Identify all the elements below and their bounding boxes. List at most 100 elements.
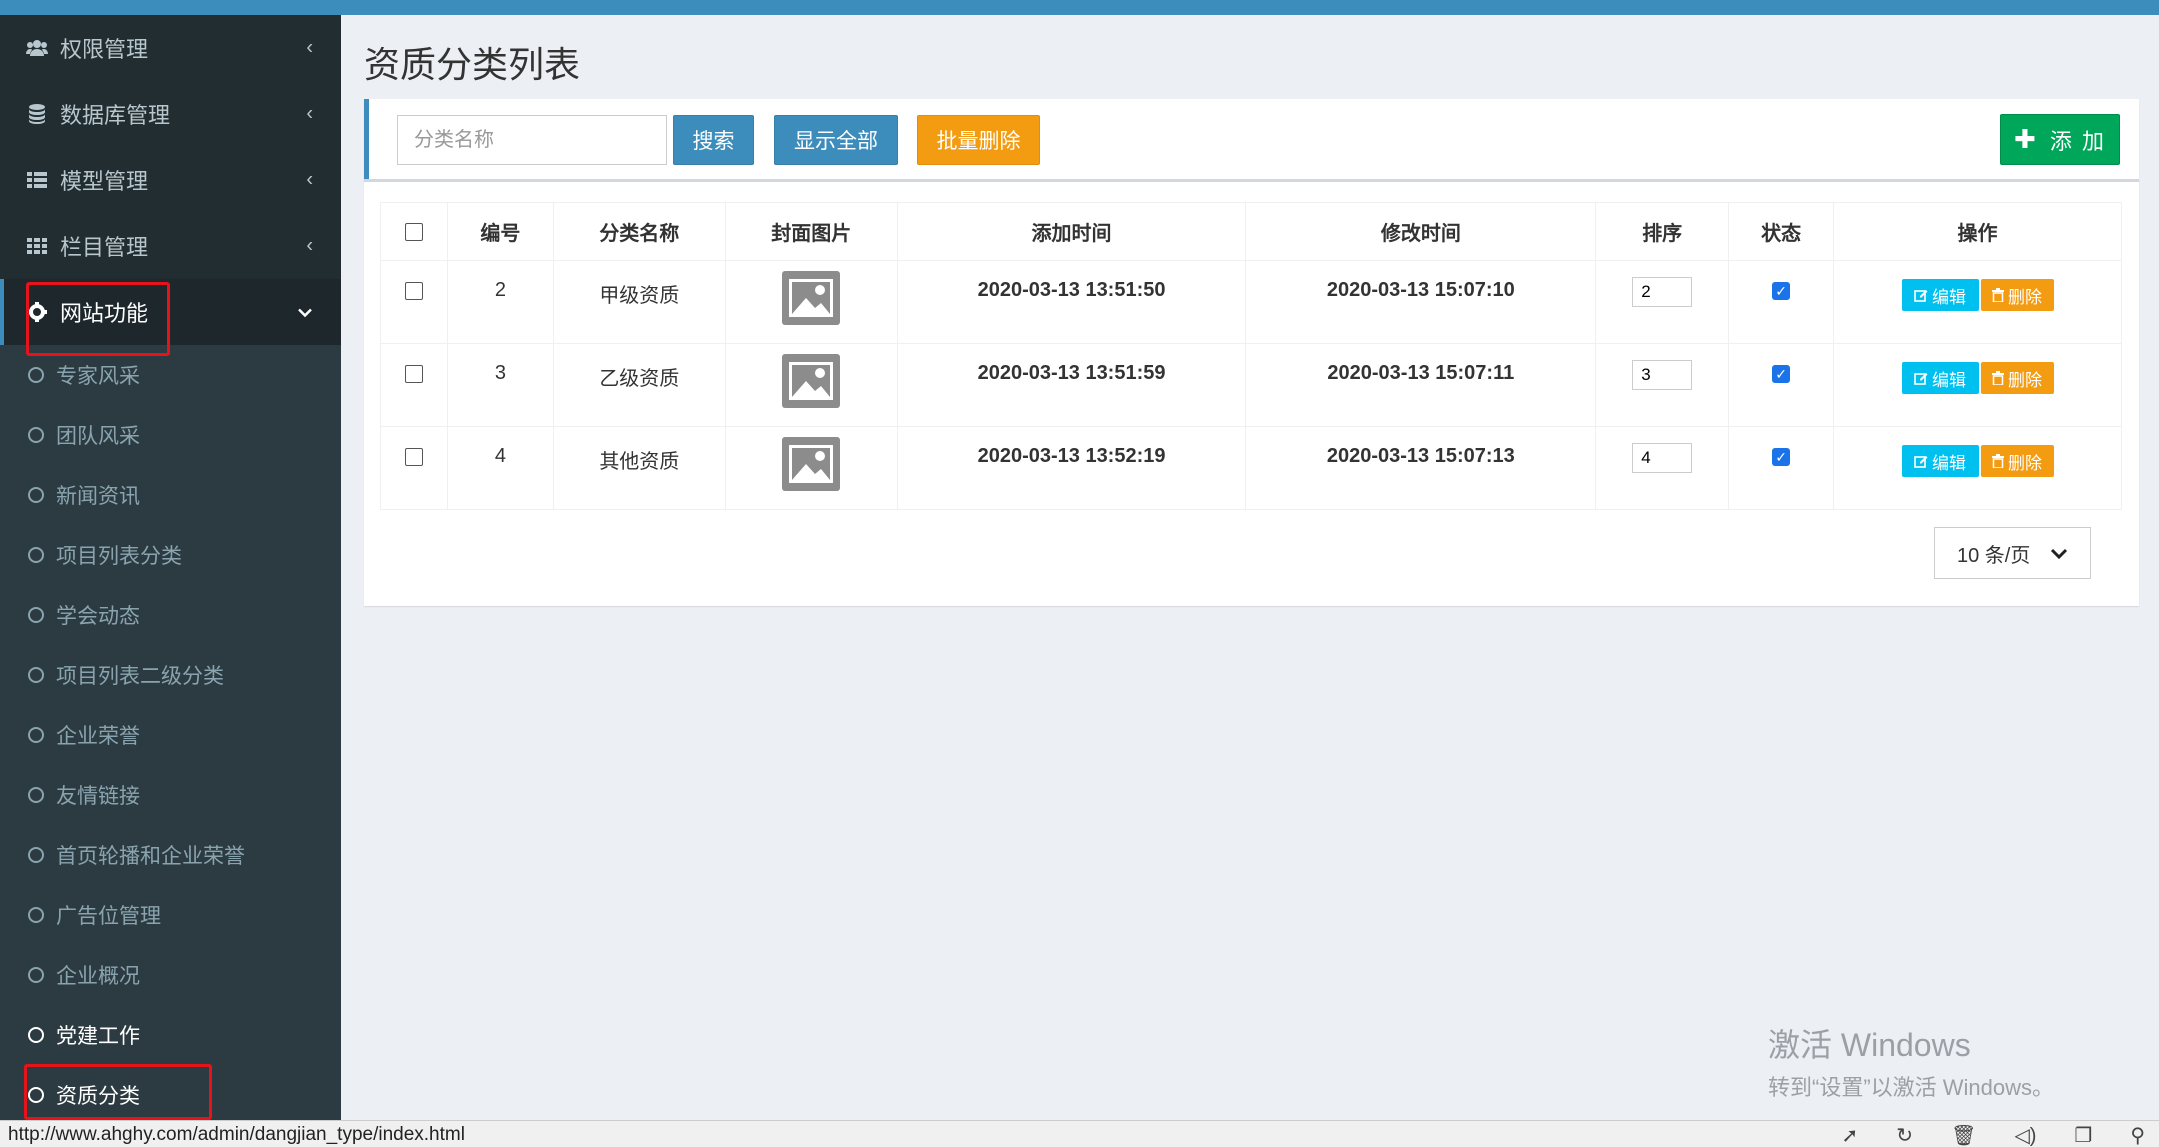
refresh-icon[interactable]: ↻ [1896, 1123, 1913, 1147]
sidebar-subitem-label: 团队风采 [56, 425, 140, 448]
image-placeholder-icon[interactable] [782, 271, 841, 325]
sidebar-item-label: 权限管理 [60, 37, 149, 62]
delete-button[interactable]: 删除 [1980, 445, 2054, 477]
add-button[interactable]: ✚ 添 加 [2000, 114, 2120, 165]
delete-button[interactable]: 删除 [1980, 362, 2054, 394]
show-all-button[interactable]: 显示全部 [774, 115, 898, 165]
delete-button[interactable]: 删除 [1980, 279, 2054, 311]
column-header: 状态 [1728, 202, 1835, 261]
status-cell: ✓ [1728, 426, 1835, 510]
window-icon[interactable]: ❐ [2074, 1123, 2092, 1147]
row-checkbox[interactable] [404, 364, 423, 383]
batch-delete-button[interactable]: 批量删除 [917, 115, 1040, 165]
row-select-cell [380, 260, 448, 344]
sidebar-subitem-label: 项目列表二级分类 [56, 665, 224, 688]
select-all-checkbox[interactable] [404, 222, 423, 241]
sidebar-subitem[interactable]: 项目列表二级分类 [0, 645, 341, 705]
table-row: 2 甲级资质 2020-03-13 13:51:50 2020-03-13 15… [380, 260, 2122, 344]
row-checkbox[interactable] [404, 281, 423, 300]
circle-icon [28, 1087, 44, 1103]
sidebar-subitem-label: 首页轮播和企业荣誉 [56, 845, 245, 868]
chevron-left-icon: ‹ [306, 36, 313, 59]
sidebar-subitem-active[interactable]: 资质分类 [0, 1065, 341, 1125]
page-size-select[interactable]: 10 条/页 [1934, 527, 2091, 579]
sidebar-subitem[interactable]: 企业荣誉 [0, 705, 341, 765]
browser-status-bar: http://www.ahghy.com/admin/dangjian_type… [0, 1120, 2159, 1147]
name-cell: 甲级资质 [552, 260, 726, 344]
row-checkbox[interactable] [404, 447, 423, 466]
sidebar-item-models[interactable]: 模型管理 ‹ [0, 147, 341, 213]
circle-icon [28, 787, 44, 803]
added-time-cell: 2020-03-13 13:51:50 [896, 260, 1247, 344]
sort-input[interactable] [1632, 277, 1693, 307]
sidebar-subitem-label: 企业概况 [56, 965, 140, 988]
sidebar: 权限管理 ‹ 数据库管理 ‹ 模型管理 ‹ 栏目管理 ‹ 网站功能 专家风采 团… [0, 15, 341, 1125]
column-header: 编号 [446, 202, 554, 261]
id-cell: 2 [446, 260, 554, 344]
image-placeholder-icon[interactable] [782, 354, 841, 408]
trash-icon[interactable]: 🗑︎ [1951, 1123, 1976, 1147]
watermark-subtitle: 转到“设置”以激活 Windows。 [1768, 1075, 2055, 1100]
sort-cell [1595, 343, 1730, 427]
sidebar-item-label: 网站功能 [60, 301, 149, 326]
status-icons: ➚ ↻ 🗑︎ ◁) ❐ ⚲ [1841, 1123, 2145, 1147]
grid-icon [24, 233, 50, 259]
search-button[interactable]: 搜索 [673, 115, 754, 165]
sidebar-subitem[interactable]: 企业概况 [0, 945, 341, 1005]
sidebar-subitem-label: 学会动态 [56, 605, 140, 628]
status-checkbox[interactable]: ✓ [1772, 282, 1791, 300]
edit-button[interactable]: 编辑 [1901, 279, 1979, 311]
sidebar-subitem-label: 党建工作 [56, 1025, 140, 1048]
sidebar-subitem[interactable]: 首页轮播和企业荣誉 [0, 825, 341, 885]
table-panel: 编号 分类名称 封面图片 添加时间 修改时间 排序 状态 操作 2 甲级资质 2… [364, 179, 2139, 606]
sidebar-item-database[interactable]: 数据库管理 ‹ [0, 81, 341, 147]
table-row: 3 乙级资质 2020-03-13 13:51:59 2020-03-13 15… [380, 343, 2122, 427]
rocket-icon[interactable]: ➚ [1841, 1123, 1858, 1147]
sidebar-item-site-functions[interactable]: 网站功能 [0, 279, 341, 345]
status-checkbox[interactable]: ✓ [1772, 448, 1791, 466]
sidebar-subitem[interactable]: 团队风采 [0, 405, 341, 465]
sort-input[interactable] [1632, 360, 1693, 390]
speaker-icon[interactable]: ◁) [2014, 1123, 2036, 1147]
edit-icon [1914, 456, 1928, 468]
column-header: 修改时间 [1245, 202, 1597, 261]
table-header-row: 编号 分类名称 封面图片 添加时间 修改时间 排序 状态 操作 [380, 202, 2122, 261]
sort-cell [1595, 426, 1730, 510]
column-header: 添加时间 [896, 202, 1247, 261]
sidebar-subitem-label: 专家风采 [56, 365, 140, 388]
circle-icon [28, 547, 44, 563]
list-icon [24, 167, 50, 193]
chevron-down-icon [2050, 543, 2068, 566]
watermark-title: 激活 Windows [1768, 1027, 1971, 1063]
chevron-left-icon: ‹ [306, 168, 313, 191]
delete-label: 删除 [2008, 453, 2043, 473]
sidebar-subitem[interactable]: 新闻资讯 [0, 465, 341, 525]
circle-icon [28, 727, 44, 743]
column-header: 封面图片 [724, 202, 898, 261]
edit-label: 编辑 [1932, 370, 1967, 390]
sidebar-subitem[interactable]: 专家风采 [0, 345, 341, 405]
sidebar-subitem[interactable]: 友情链接 [0, 765, 341, 825]
add-button-label: 添 加 [2049, 128, 2106, 154]
circle-icon [28, 427, 44, 443]
edit-label: 编辑 [1932, 453, 1967, 473]
added-time-cell: 2020-03-13 13:52:19 [896, 426, 1247, 510]
sidebar-subitem[interactable]: 党建工作 [0, 1005, 341, 1065]
edit-button[interactable]: 编辑 [1901, 445, 1979, 477]
edit-button[interactable]: 编辑 [1901, 362, 1979, 394]
search-input[interactable] [397, 115, 667, 165]
search-icon[interactable]: ⚲ [2130, 1123, 2145, 1147]
cover-cell [724, 343, 898, 427]
sidebar-item-columns[interactable]: 栏目管理 ‹ [0, 213, 341, 279]
sort-input[interactable] [1632, 443, 1693, 473]
sidebar-subitem[interactable]: 项目列表分类 [0, 525, 341, 585]
delete-label: 删除 [2008, 287, 2043, 307]
sidebar-subitem[interactable]: 学会动态 [0, 585, 341, 645]
sidebar-subitem-label: 资质分类 [56, 1085, 140, 1108]
status-url: http://www.ahghy.com/admin/dangjian_type… [8, 1124, 465, 1145]
sidebar-subitem[interactable]: 广告位管理 [0, 885, 341, 945]
sidebar-item-permissions[interactable]: 权限管理 ‹ [0, 15, 341, 81]
chevron-left-icon: ‹ [306, 102, 313, 125]
image-placeholder-icon[interactable] [782, 437, 841, 491]
status-checkbox[interactable]: ✓ [1772, 365, 1791, 383]
